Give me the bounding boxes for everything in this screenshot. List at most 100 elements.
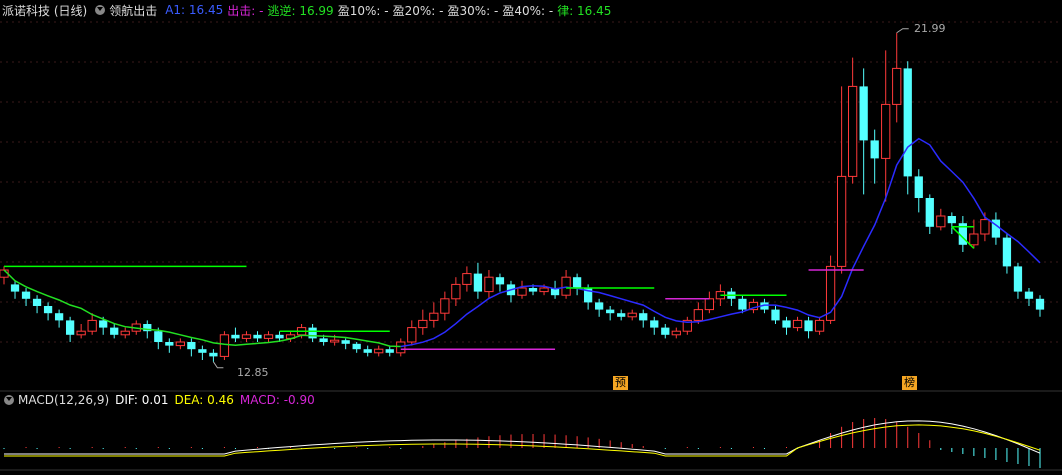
low-price-label: 12.85 (237, 366, 269, 379)
yu-tag: 预 (613, 376, 628, 390)
candle-body (1002, 237, 1012, 267)
lv-value: 律: 16.45 (557, 3, 612, 18)
candle-body (231, 334, 240, 339)
y10-value: 盈10%: - (337, 3, 389, 18)
candle-body (782, 320, 791, 328)
candle-body (771, 309, 780, 321)
y40-value: 盈40%: - (502, 3, 554, 18)
candle-body (903, 68, 912, 177)
candle-body (1013, 266, 1023, 292)
dropdown-icon[interactable] (95, 5, 106, 15)
candle-body (848, 85, 858, 177)
candle-body (87, 319, 97, 332)
candle-body (319, 338, 328, 342)
candle-body (925, 198, 934, 227)
candle-body (308, 327, 317, 339)
candle-body (363, 349, 372, 353)
candle-body (969, 233, 979, 246)
candle-body (484, 276, 494, 293)
candle-body (275, 334, 284, 339)
candle-body (99, 320, 108, 328)
candle-body (561, 276, 571, 296)
candle-body (627, 312, 637, 318)
candle-body (881, 103, 891, 159)
candle-body (804, 320, 813, 332)
candle-body (473, 273, 483, 292)
ma-line-blue (400, 137, 1041, 348)
low-marker (212, 361, 224, 369)
ma-line-green (3, 269, 401, 348)
candle-body (241, 334, 252, 339)
bang-tag: 榜 (902, 376, 917, 390)
y30-value: 盈30%: - (447, 3, 499, 18)
candle-body (914, 176, 923, 198)
candle-body (539, 287, 549, 293)
candle-body (836, 175, 847, 267)
macd-name[interactable]: MACD(12,26,9) (18, 393, 109, 407)
stock-title: 派诺科技 (日线) (2, 3, 88, 18)
candle-body (165, 342, 174, 346)
candle-body (209, 352, 218, 357)
candle-body (936, 215, 946, 228)
candle-body (870, 140, 879, 159)
candle-body (253, 334, 262, 339)
candle-body (661, 327, 670, 335)
candle-body (704, 298, 714, 311)
taoni-value: 逃逆: 16.99 (267, 3, 334, 18)
candle-body (374, 348, 384, 354)
candle-body (947, 216, 956, 224)
candle-body (462, 273, 472, 285)
candle-body (407, 327, 417, 343)
candle-body (595, 302, 604, 310)
candle-body (495, 277, 505, 285)
indicator-name[interactable]: 领航出击 (109, 2, 157, 19)
candle-body (198, 349, 207, 353)
chuji-value: 出击: - (227, 3, 264, 18)
candle-body (440, 298, 450, 314)
candle-body (693, 309, 703, 321)
macd-value: MACD: -0.90 (239, 393, 315, 407)
candle-body (21, 291, 31, 299)
candle-body (418, 319, 428, 329)
candle-body (154, 331, 163, 342)
candle-body (263, 334, 274, 339)
candle-body (43, 306, 53, 314)
candle-body (617, 313, 626, 317)
candle-body (671, 330, 681, 336)
candle-body (738, 298, 747, 310)
main-header: 派诺科技 (日线) 领航出击 A1: 16.45 出击: - 逃逆: 16.99… (0, 0, 615, 20)
candle-body (54, 313, 64, 321)
candle-body (1035, 298, 1045, 310)
candle-body (517, 287, 527, 296)
candle-body (352, 343, 361, 350)
candle-body (175, 341, 185, 347)
y20-value: 盈20%: - (392, 3, 444, 18)
candle-body (219, 334, 230, 357)
candle-body (1024, 291, 1034, 299)
candle-body (10, 284, 20, 292)
macd-header: MACD(12,26,9) DIF: 0.01 DEA: 0.46 MACD: … (0, 391, 321, 409)
candle-body (606, 309, 615, 314)
candle-body (572, 277, 582, 288)
candle-body (859, 86, 868, 141)
candle-body (650, 320, 659, 328)
candle-body (32, 298, 42, 306)
high-marker (896, 28, 909, 34)
candle-body (639, 313, 648, 321)
macd-dea: DEA: 0.46 (174, 393, 234, 407)
candle-body (396, 341, 406, 354)
candle-body (814, 319, 825, 332)
candle-body (187, 342, 196, 350)
candle-body (385, 349, 394, 353)
candle-body (110, 327, 119, 335)
candle-body (330, 339, 340, 343)
candle-body (892, 67, 902, 105)
candle-body (120, 330, 130, 336)
candle-body (429, 312, 439, 321)
a1-value: A1: 16.45 (165, 3, 224, 17)
candle-body (451, 283, 461, 300)
macd-dropdown-icon[interactable] (4, 395, 14, 405)
candle-body (528, 288, 538, 292)
candle-body (980, 219, 990, 235)
candle-body (792, 319, 803, 329)
